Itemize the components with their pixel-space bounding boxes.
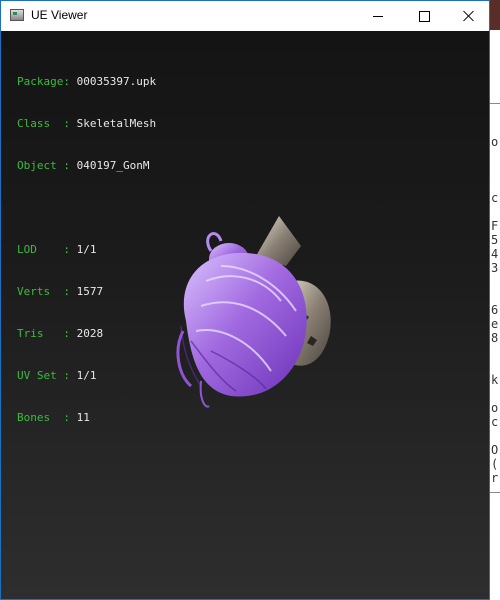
info-row-class: Class : SkeletalMesh (17, 117, 156, 131)
verts-value: 1577 (76, 285, 104, 298)
maximize-icon (418, 10, 430, 22)
mesh-info-panel: Package: 00035397.upk Class : SkeletalMe… (17, 47, 156, 453)
verts-label: Verts : (17, 285, 70, 298)
object-value: 040197_GonM (76, 159, 150, 172)
3d-viewport[interactable]: Package: 00035397.upk Class : SkeletalMe… (1, 31, 489, 599)
uvset-label: UV Set : (17, 369, 70, 382)
loose-strand (199, 380, 210, 408)
info-row-lod: LOD : 1/1 (17, 243, 156, 257)
lod-value: 1/1 (76, 243, 97, 256)
tris-label: Tris : (17, 327, 70, 340)
bones-value: 11 (76, 411, 90, 424)
info-row-bones: Bones : 11 (17, 411, 156, 425)
title-bar[interactable]: UE Viewer (1, 1, 489, 31)
info-row-package: Package: 00035397.upk (17, 75, 156, 89)
tris-value: 2028 (76, 327, 104, 340)
package-value: 00035397.upk (76, 75, 157, 88)
maximize-button[interactable] (401, 1, 447, 31)
minimize-button[interactable] (355, 1, 401, 31)
background-window-text: o c F 5 4 3 6 e 8 k o c O ( r (491, 135, 499, 485)
background-window-divider (490, 492, 500, 493)
minimize-icon (373, 15, 383, 17)
hair-mesh-model[interactable] (161, 211, 351, 411)
hair-main (183, 252, 307, 397)
ue-viewer-window: UE Viewer Package: 00035397.upk Class : … (0, 0, 490, 600)
info-row-object: Object : 040197_GonM (17, 159, 156, 173)
uvset-value: 1/1 (76, 369, 97, 382)
bones-label: Bones : (17, 411, 70, 424)
background-window-divider (490, 103, 500, 104)
package-label: Package: (17, 75, 70, 88)
info-row-tris: Tris : 2028 (17, 327, 156, 341)
object-label: Object : (17, 159, 70, 172)
window-title: UE Viewer (31, 8, 88, 22)
class-value: SkeletalMesh (76, 117, 157, 130)
close-icon (463, 10, 475, 22)
info-row-verts: Verts : 1577 (17, 285, 156, 299)
info-row-uvset: UV Set : 1/1 (17, 369, 156, 383)
class-label: Class : (17, 117, 70, 130)
lod-label: LOD : (17, 243, 70, 256)
close-button[interactable] (446, 1, 492, 31)
app-icon[interactable] (10, 9, 24, 21)
